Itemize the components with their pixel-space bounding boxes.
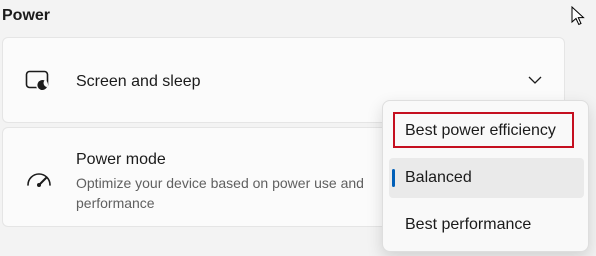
screen-sleep-icon: [25, 70, 49, 91]
selected-indicator: [392, 169, 395, 187]
option-balanced[interactable]: Balanced: [389, 158, 584, 198]
option-balanced-label: Balanced: [405, 169, 472, 186]
speedometer-icon: [27, 173, 51, 187]
option-best-power-efficiency[interactable]: Best power efficiency: [393, 112, 574, 148]
power-mode-label: Power mode: [76, 151, 166, 168]
mouse-cursor-icon: [571, 6, 585, 26]
section-title: Power: [2, 7, 51, 24]
power-mode-dropdown-menu: Best power efficiency Balanced Best perf…: [382, 100, 589, 252]
screen-and-sleep-label: Screen and sleep: [76, 73, 201, 90]
power-mode-description: Optimize your device based on power use …: [76, 175, 364, 211]
option-best-performance[interactable]: Best performance: [389, 205, 584, 245]
chevron-down-icon[interactable]: [527, 72, 543, 88]
